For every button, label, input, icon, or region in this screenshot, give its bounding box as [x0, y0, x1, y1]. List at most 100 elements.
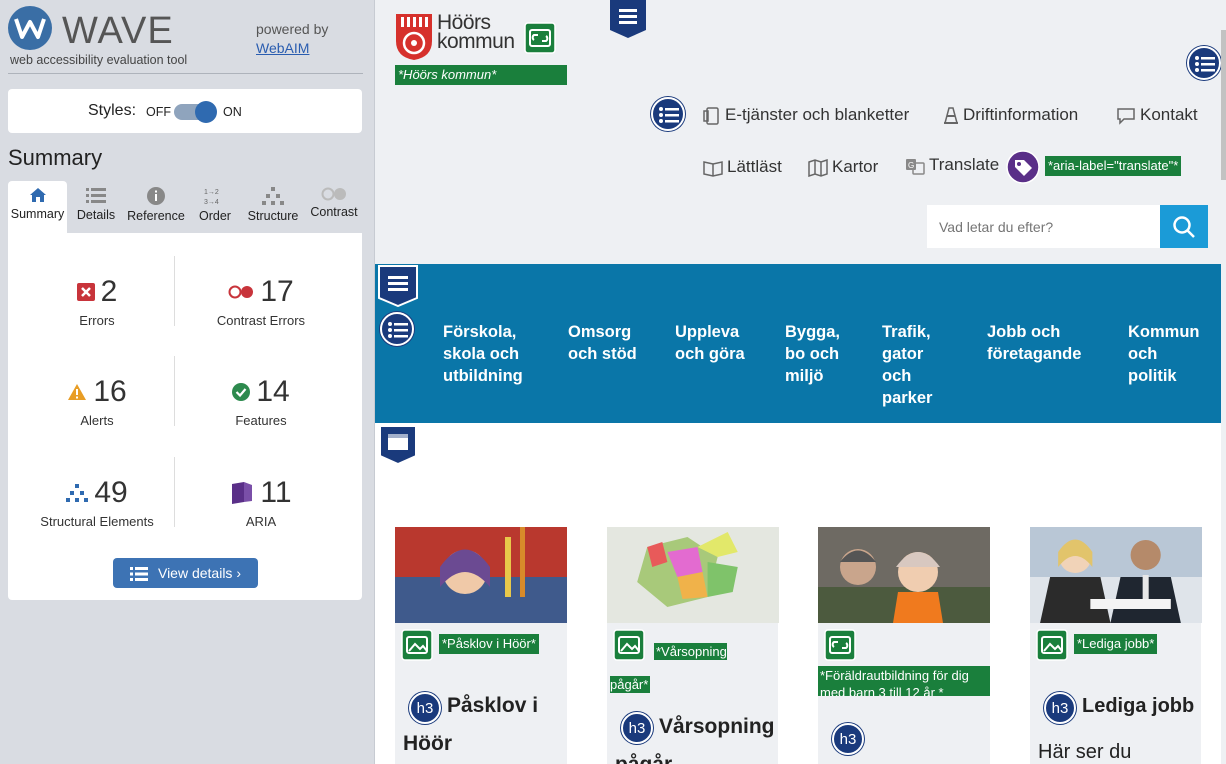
tab-structure[interactable]: Structure	[243, 181, 303, 233]
drift-info-link[interactable]: Driftinformation	[943, 105, 1078, 125]
navigation-landmark-icon[interactable]	[378, 265, 418, 308]
nav-item-build[interactable]: Bygga, bo och miljö	[785, 321, 845, 387]
search-button[interactable]	[1160, 205, 1208, 248]
wave-sidebar: WAVE web accessibility evaluation tool p…	[0, 0, 375, 764]
error-icon	[76, 283, 95, 301]
card-title[interactable]: Lediga jobb	[1038, 687, 1198, 725]
translate-link[interactable]: G Translate	[905, 155, 999, 175]
coat-of-arms-icon	[396, 14, 432, 60]
linked-image-icon[interactable]	[401, 629, 433, 661]
e-services-link[interactable]: E-tjänster och blanketter	[703, 105, 909, 125]
stat-contrast-errors[interactable]: 17 Contrast Errors	[176, 275, 346, 328]
alerts-count: 16	[93, 375, 127, 408]
nav-item-education[interactable]: Förskola, skola och utbildning	[443, 321, 533, 387]
tab-summary[interactable]: Summary	[8, 181, 67, 233]
structure-icon	[262, 187, 284, 205]
search-icon	[1173, 216, 1195, 238]
card-title[interactable]: Vårsopning pågår	[615, 708, 775, 764]
nav-item-experience[interactable]: Uppleva och göra	[675, 321, 745, 365]
easy-read-link[interactable]: Lättläst	[703, 157, 782, 177]
order-icon: 1→2 3→4	[204, 189, 219, 205]
drift-info-label: Driftinformation	[963, 105, 1079, 124]
nav-item-municipality[interactable]: Kommun och politik	[1128, 321, 1208, 387]
stat-errors[interactable]: 2 Errors	[12, 275, 182, 328]
easy-read-label: Lättläst	[727, 157, 782, 176]
maps-link[interactable]: Kartor	[808, 157, 878, 177]
tab-reference-label: Reference	[127, 209, 185, 223]
news-card[interactable]: *Föräldrautbildning för dig med barn 3 t…	[818, 527, 990, 764]
nav-item-care[interactable]: Omsorg och stöd	[568, 321, 638, 365]
toggle-knob[interactable]	[195, 101, 217, 123]
divider	[174, 356, 175, 426]
styles-off-label: OFF	[146, 105, 171, 119]
news-card[interactable]: *Lediga jobb* h3 Lediga jobb Här ser du	[1030, 527, 1202, 764]
styles-toggle[interactable]	[174, 101, 217, 123]
aria-label-tag-icon[interactable]	[1006, 150, 1040, 184]
wave-subtitle: web accessibility evaluation tool	[10, 53, 188, 67]
list-icon	[129, 567, 148, 582]
translate-label: Translate	[929, 155, 1000, 174]
main-landmark-icon[interactable]	[379, 425, 417, 466]
contrast-error-icon	[228, 285, 254, 299]
divider	[174, 256, 175, 326]
card-image	[1030, 527, 1202, 623]
errors-count: 2	[100, 275, 118, 308]
aria-label: ARIA	[245, 514, 277, 529]
main-navigation: Förskola, skola och utbildning Omsorg oc…	[375, 264, 1221, 423]
view-details-button[interactable]: View details ›	[113, 558, 258, 588]
e-services-label: E-tjänster och blanketter	[725, 105, 910, 124]
image-alt-chip-wrapper: *Föräldrautbildning för dig med barn 3 t…	[818, 666, 990, 696]
nav-item-jobs[interactable]: Jobb och företagande	[987, 321, 1087, 365]
page-scrollbar[interactable]	[1221, 30, 1226, 180]
traffic-cone-icon	[944, 106, 958, 124]
news-card[interactable]: *Påsklov i Höör* h3 Påsklov i Höör	[395, 527, 567, 764]
unordered-list-icon[interactable]	[380, 312, 414, 346]
stat-features[interactable]: 14 Features	[176, 375, 346, 428]
summary-panel: 2 Errors 17 Contrast Errors 16 Alerts 14…	[8, 233, 362, 600]
tab-details-label: Details	[76, 208, 116, 222]
maps-label: Kartor	[832, 157, 879, 176]
image-alt-chip: *Vårsopning pågår*	[607, 634, 735, 702]
features-count: 14	[256, 375, 290, 408]
details-list-icon	[86, 188, 106, 203]
info-icon	[147, 187, 165, 205]
tab-contrast[interactable]: Contrast	[306, 181, 362, 233]
news-card[interactable]: *Vårsopning pågår* h3 Vårsopning pågår	[607, 527, 779, 764]
webaim-link[interactable]: WebAIM	[256, 39, 328, 58]
tab-structure-label: Structure	[247, 209, 299, 223]
contrast-errors-count: 17	[260, 275, 294, 308]
summary-heading: Summary	[8, 145, 103, 170]
linked-image-icon[interactable]	[524, 22, 556, 54]
unordered-list-icon[interactable]	[651, 97, 685, 131]
h3-heading-icon[interactable]: h3	[832, 723, 864, 755]
linked-image-icon[interactable]	[824, 629, 856, 661]
contrast-errors-label: Contrast Errors	[216, 313, 306, 328]
tab-order-label: Order	[199, 209, 231, 223]
search-input[interactable]	[927, 205, 1160, 248]
stat-alerts[interactable]: 16 Alerts	[12, 375, 182, 428]
tab-contrast-label: Contrast	[310, 205, 358, 219]
unordered-list-icon[interactable]	[1187, 46, 1221, 80]
contact-label: Kontakt	[1140, 105, 1198, 124]
structural-label: Structural Elements	[40, 514, 154, 529]
tab-order[interactable]: 1→2 3→4 Order	[191, 181, 239, 233]
card-image	[818, 527, 990, 623]
contact-link[interactable]: Kontakt	[1116, 105, 1198, 125]
tab-reference[interactable]: Reference	[125, 181, 187, 233]
tab-details[interactable]: Details	[71, 181, 121, 233]
alert-icon	[68, 384, 87, 400]
translate-icon: G	[906, 158, 925, 175]
feature-check-icon	[232, 383, 251, 401]
hoors-kommun-logo[interactable]: Höörs kommun	[395, 12, 520, 63]
navigation-landmark-icon[interactable]	[610, 0, 646, 38]
alerts-label: Alerts	[80, 413, 114, 428]
stat-aria[interactable]: 11 ARIA	[176, 476, 346, 529]
errors-label: Errors	[79, 313, 115, 328]
linked-image-icon[interactable]	[1036, 629, 1068, 661]
card-title[interactable]: Påsklov i Höör	[403, 687, 563, 763]
wave-tabs: Summary Details Reference 1→2 3→4 Order S…	[8, 181, 362, 233]
nav-item-traffic[interactable]: Trafik, gator och parker	[882, 321, 942, 409]
speech-bubble-icon	[1117, 107, 1135, 125]
card-image-map	[607, 527, 779, 623]
stat-structural[interactable]: 49 Structural Elements	[12, 476, 182, 529]
